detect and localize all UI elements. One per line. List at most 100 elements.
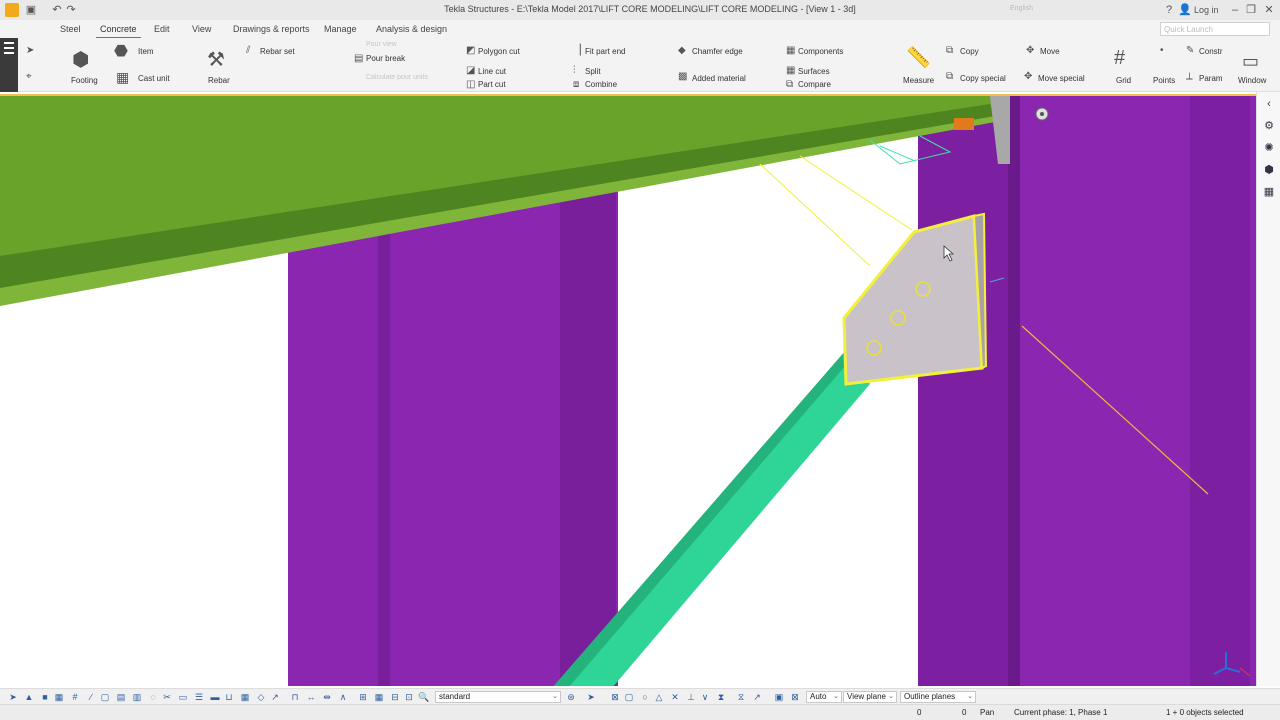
filter-options-icon[interactable]: ⊛ (566, 692, 576, 702)
part-cut-icon[interactable]: ◫ (466, 80, 475, 90)
window-button[interactable]: Window (1238, 76, 1266, 85)
footing-button[interactable]: Footing (71, 76, 98, 85)
snap-geometry-icon[interactable]: ▢ (624, 692, 634, 702)
move-special-icon[interactable]: ✥ (1024, 72, 1032, 82)
rebar-set-icon[interactable]: ⫽ (246, 46, 250, 56)
chamfer-edge-button[interactable]: Chamfer edge (692, 47, 743, 56)
snap-free-icon[interactable]: ⧗ (716, 692, 726, 702)
calculate-pour-units-button[interactable]: Calculate pour units (366, 74, 428, 81)
select-all-icon[interactable]: ➤ (8, 692, 18, 702)
tab-steel[interactable]: Steel (60, 24, 81, 34)
split-button[interactable]: Split (585, 67, 601, 76)
tab-analysis-design[interactable]: Analysis & design (376, 24, 447, 34)
tab-manage[interactable]: Manage (324, 24, 357, 34)
restore-icon[interactable]: ❐ (1244, 3, 1258, 17)
model-viewport-3d[interactable] (0, 94, 1256, 686)
snap-point-icon[interactable]: ○ (640, 692, 650, 702)
compare-icon[interactable]: ⧉ (786, 80, 793, 90)
combine-button[interactable]: Combine (585, 80, 617, 89)
combine-icon[interactable]: ⧈ (573, 80, 579, 90)
settings-icon[interactable]: ✺ (1261, 140, 1277, 156)
select-parts-icon[interactable]: ▲ (24, 692, 34, 702)
select-filter-grid-icon[interactable]: ▦ (374, 692, 384, 702)
select-grid-icon[interactable]: # (70, 692, 80, 702)
polygon-cut-button[interactable]: Polygon cut (478, 47, 520, 56)
copy-special-button[interactable]: Copy special (960, 74, 1006, 83)
chamfer-edge-icon[interactable]: ◆ (678, 46, 686, 56)
snap-end-icon[interactable]: △ (654, 692, 664, 702)
measure-button[interactable]: Measure (903, 76, 934, 85)
line-cut-button[interactable]: Line cut (478, 67, 506, 76)
points-button[interactable]: Points (1153, 76, 1175, 85)
select-cuts-icon[interactable]: ✂ (162, 692, 172, 702)
selection-filter-dropdown[interactable]: standard ⌄ (435, 691, 561, 703)
collapse-panel-icon[interactable]: ‹ (1261, 96, 1277, 112)
footing-icon[interactable]: ⬢ (72, 50, 89, 70)
select-views-icon[interactable]: ▦ (240, 692, 250, 702)
copy-special-icon[interactable]: ⧉ (946, 72, 953, 82)
select-filter-frame-icon[interactable]: ⊡ (404, 692, 414, 702)
current-phase[interactable]: Current phase: 1, Phase 1 (1014, 708, 1107, 717)
work-plane-dropdown[interactable]: View plane ⌄ (843, 691, 897, 703)
gusset-plate-selected[interactable] (842, 214, 984, 386)
pour-break-icon[interactable]: ▤ (354, 54, 363, 64)
fit-part-end-icon[interactable]: ▕ (573, 46, 581, 56)
select-components-icon[interactable]: ▥ (132, 692, 142, 702)
move-icon[interactable]: ✥ (1026, 46, 1034, 56)
select-level-icon[interactable]: ⊓ (290, 692, 300, 702)
select-welds-icon[interactable]: ▢ (100, 692, 110, 702)
select-assemblies-icon[interactable]: ☰ (194, 692, 204, 702)
undo-icon[interactable]: ↶ (50, 3, 64, 17)
help-icon[interactable]: ? (1162, 3, 1176, 17)
properties-icon[interactable]: ⚙ (1261, 118, 1277, 134)
components-icon[interactable]: ▦ (786, 46, 795, 56)
parametric-button[interactable]: Param (1199, 74, 1223, 83)
tab-drawings-reports[interactable]: Drawings & reports (233, 24, 310, 34)
snap-intersection-icon[interactable]: ✕ (670, 692, 680, 702)
select-rebar-icon[interactable]: ▤ (116, 692, 126, 702)
window-icon[interactable]: ▭ (1242, 52, 1259, 70)
select-planes-icon[interactable]: ▭ (178, 692, 188, 702)
select-surface-icon[interactable]: ■ (40, 692, 50, 702)
rebar-icon[interactable]: ⚒ (207, 50, 225, 70)
construction-icon[interactable]: ✎ (1186, 46, 1194, 56)
snap-distance-icon[interactable]: ⇹ (322, 692, 332, 702)
cast-unit-icon[interactable]: ▦ (116, 70, 129, 84)
snap-override-icon[interactable]: ↗ (752, 692, 762, 702)
user-icon[interactable]: 👤 (1178, 3, 1192, 17)
parametric-icon[interactable]: ⟂ (1186, 72, 1193, 82)
select-filter-tree-icon[interactable]: ⊟ (390, 692, 400, 702)
select-objects-icon[interactable]: ▬ (210, 692, 220, 702)
views-icon[interactable]: ▦ (1261, 184, 1277, 200)
rebar-set-button[interactable]: Rebar set (260, 47, 295, 56)
catalog-icon[interactable]: ⬢ (1261, 162, 1277, 178)
pour-break-button[interactable]: Pour break (366, 54, 405, 63)
points-icon[interactable]: • (1160, 46, 1164, 56)
snap-line-icon[interactable]: ∨ (700, 692, 710, 702)
copy-button[interactable]: Copy (960, 47, 979, 56)
login-link[interactable]: Log in (1194, 5, 1219, 15)
line-cut-icon[interactable]: ◪ (466, 66, 475, 76)
item-icon[interactable]: ⬣ (114, 44, 128, 60)
select-points-icon[interactable]: ▦ (54, 692, 64, 702)
snap-ref-lines-icon[interactable]: ⊠ (610, 692, 620, 702)
snap-perpendicular-icon[interactable]: ⊥ (686, 692, 696, 702)
part-cut-button[interactable]: Part cut (478, 80, 506, 89)
fit-part-end-button[interactable]: Fit part end (585, 47, 625, 56)
outline-planes-dropdown[interactable]: Outline planes ⌄ (900, 691, 976, 703)
item-button[interactable]: Item (138, 47, 154, 56)
copy-icon[interactable]: ⧉ (946, 46, 953, 56)
move-button[interactable]: Move (1040, 47, 1060, 56)
tab-concrete[interactable]: Concrete (96, 24, 141, 39)
measure-icon[interactable]: 📏 (906, 48, 931, 68)
select-boxes-icon[interactable]: ⊔ (224, 692, 234, 702)
rebar-button[interactable]: Rebar (208, 76, 230, 85)
grid-button[interactable]: Grid (1116, 76, 1131, 85)
compare-button[interactable]: Compare (798, 80, 831, 89)
select-references-icon[interactable]: ◇ (256, 692, 266, 702)
components-button[interactable]: Components (798, 47, 843, 56)
connection-bolt-group[interactable] (954, 118, 974, 130)
tab-edit[interactable]: Edit (154, 24, 170, 34)
added-material-icon[interactable]: ▩ (678, 72, 687, 82)
split-icon[interactable]: ⫶ (573, 66, 576, 76)
